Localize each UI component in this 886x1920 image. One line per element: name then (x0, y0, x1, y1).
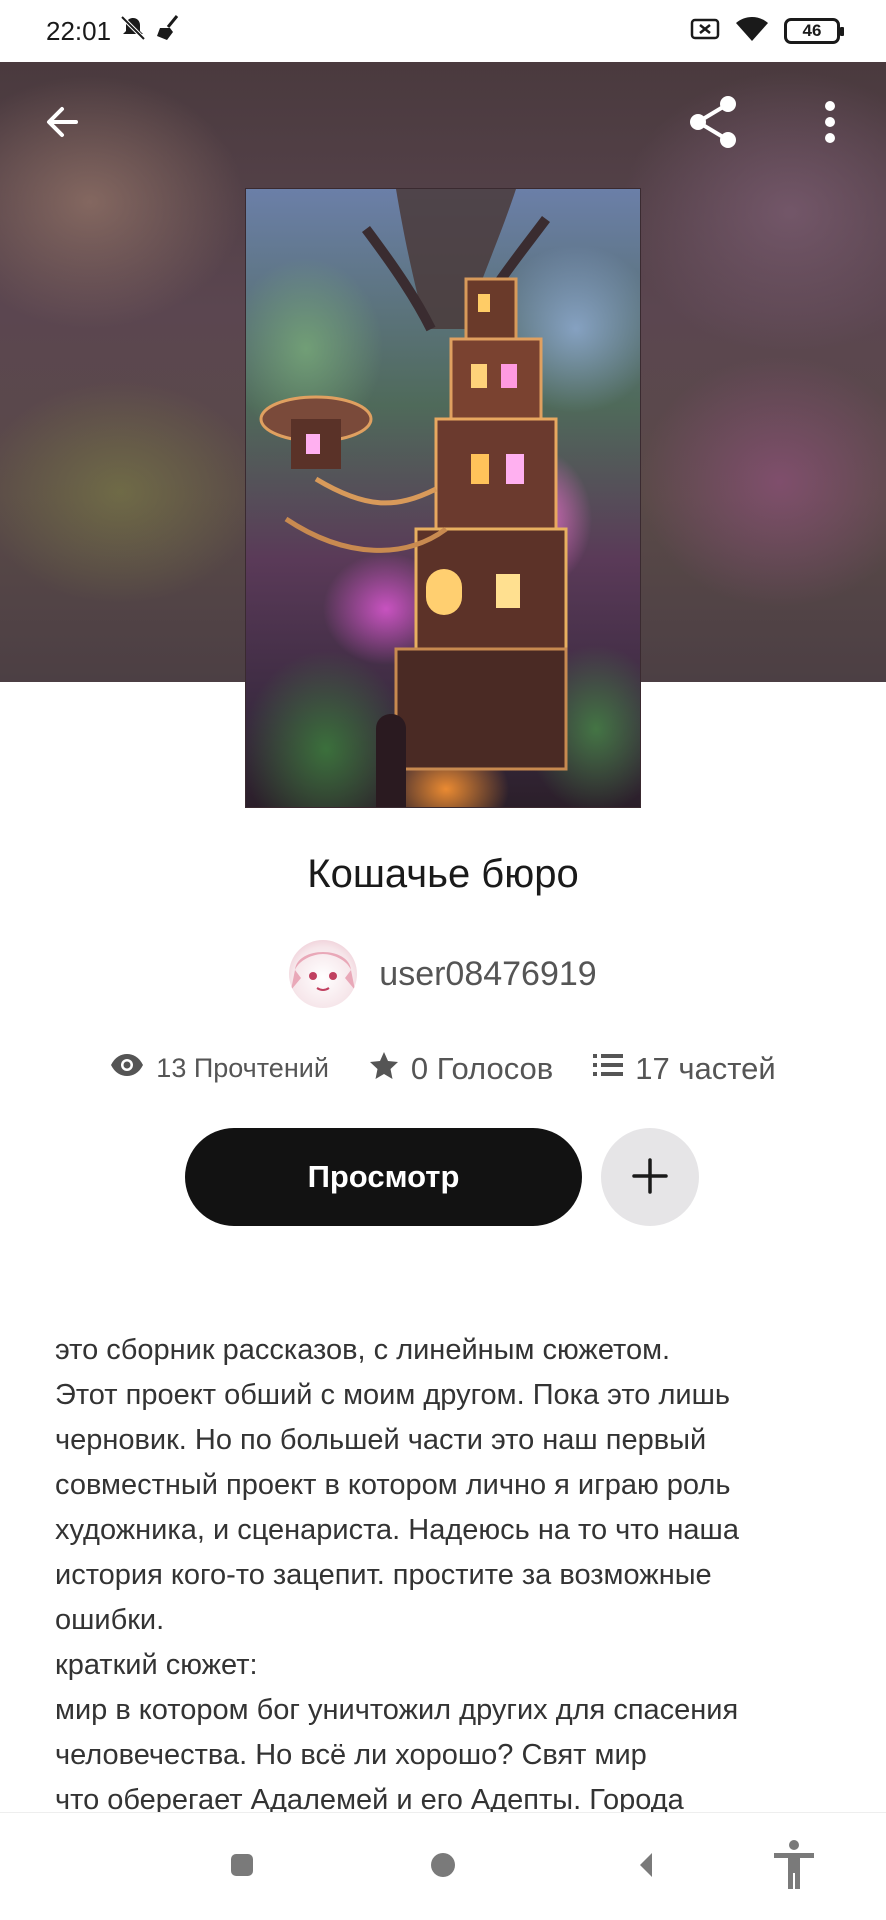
description-line: человечества. Но всё ли хорошо? Свят мир (55, 1739, 647, 1771)
more-button[interactable] (800, 92, 860, 156)
parts-stat[interactable]: 17 частей (593, 1051, 776, 1087)
description-line: Этот проект обший с моим другом. Пока эт… (55, 1379, 730, 1411)
avatar[interactable] (289, 940, 358, 1008)
more-vertical-icon (824, 100, 836, 149)
add-to-library-button[interactable] (601, 1128, 699, 1226)
share-icon (686, 94, 742, 155)
accessibility-button[interactable] (760, 1833, 828, 1901)
description-line: художника, и сценариста. Надеюсь на то ч… (55, 1514, 739, 1546)
recents-icon (229, 1852, 255, 1883)
status-time: 22:01 (46, 15, 112, 46)
author-row[interactable]: user08476919 (0, 940, 886, 1008)
story-cover-image[interactable] (245, 188, 641, 808)
description-line: совместный проект в котором лично я игра… (55, 1469, 731, 1501)
eye-icon (110, 1053, 144, 1084)
read-button[interactable]: Просмотр (185, 1128, 582, 1226)
back-icon (636, 1851, 656, 1884)
story-description: это сборник рассказов, с линейным сюжето… (55, 1328, 845, 1814)
back-nav-button[interactable] (612, 1833, 680, 1901)
battery-icon: 46 (784, 18, 844, 44)
home-icon (429, 1851, 457, 1884)
sim-off-icon (690, 17, 720, 46)
accessibility-icon (772, 1839, 816, 1896)
star-icon (369, 1050, 399, 1087)
wifi-icon (734, 15, 770, 48)
share-button[interactable] (682, 92, 746, 156)
plus-icon (630, 1156, 670, 1199)
description-line: ошибки. (55, 1604, 165, 1636)
description-line: история кого-то зацепит. простите за воз… (55, 1559, 712, 1591)
author-name[interactable]: user08476919 (379, 955, 596, 994)
description-line: краткий сюжет: (55, 1649, 258, 1681)
status-bar: 22:01 46 (0, 0, 886, 62)
votes-stat: 0 Голосов (369, 1050, 553, 1087)
story-stats: 13 Прочтений 0 Голосов 17 частей (0, 1050, 886, 1087)
home-button[interactable] (409, 1833, 477, 1901)
description-line: мир в котором бог уничтожил других для с… (55, 1694, 739, 1726)
system-nav-bar (0, 1812, 886, 1920)
list-icon (593, 1052, 624, 1085)
reads-stat: 13 Прочтений (110, 1053, 329, 1084)
description-line: что оберегает Адалемей и его Адепты. Гор… (55, 1784, 684, 1814)
votes-count: 0 Голосов (410, 1050, 554, 1086)
parts-count[interactable]: 17 частей (635, 1051, 775, 1087)
description-line: черновик. Но по большей части это наш пе… (55, 1424, 707, 1456)
back-button[interactable] (30, 92, 94, 156)
arrow-left-icon (42, 102, 82, 147)
story-title: Кошачье бюро (307, 852, 579, 896)
treehouse-illustration (259, 189, 568, 807)
reads-count: 13 Прочтений (156, 1053, 329, 1083)
notifications-off-icon (119, 14, 147, 49)
description-line: это сборник рассказов, с линейным сюжето… (55, 1334, 671, 1366)
recents-button[interactable] (208, 1833, 276, 1901)
broom-icon (155, 14, 185, 49)
